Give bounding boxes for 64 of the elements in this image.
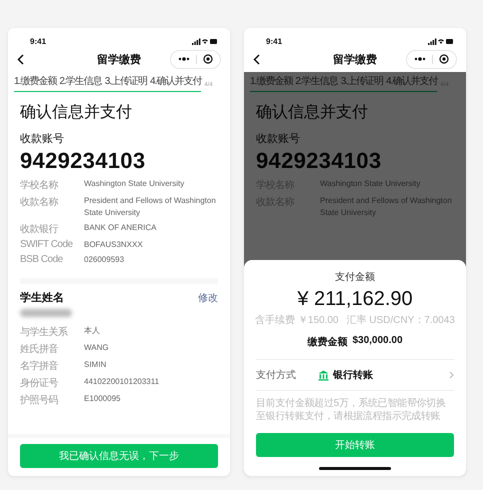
field-value: President and Fellows of Washington State University [84, 195, 217, 219]
field-value: SIMIN [84, 359, 106, 371]
section-heading: 学生姓名 [20, 290, 64, 305]
status-time: 9:41 [266, 36, 282, 46]
payment-method-row[interactable]: 支付方式 银行转账 [256, 359, 454, 391]
field-value: E1000095 [84, 393, 120, 405]
account-number: 9429234103 [20, 148, 146, 174]
fee-text: 含手续费 ￥150.00 [255, 314, 338, 327]
section-heading: 确认信息并支付 [20, 102, 133, 123]
field-label: BSB Code [20, 254, 64, 266]
status-time: 9:41 [30, 36, 46, 46]
back-icon[interactable] [253, 54, 260, 64]
amount-label: 支付金额 [334, 270, 376, 284]
field-value: 026009593 [84, 254, 124, 266]
back-icon[interactable] [17, 54, 24, 64]
field-label: 收款名称 [20, 196, 59, 210]
exchange-rate: 汇率 USD/CNY：7.0043 [346, 314, 455, 327]
menu-capsule[interactable] [170, 50, 221, 68]
field-label: SWIFT Code [20, 239, 74, 251]
payment-amount: ¥ 211,162.90 [296, 288, 414, 311]
step-tab[interactable]: 2.学生信息 [295, 74, 338, 91]
account-label: 收款账号 [256, 132, 301, 146]
field-label: 护照号码 [20, 394, 59, 407]
step-tab[interactable]: 2.学生信息 [59, 74, 102, 91]
step-tab[interactable]: 4.确认并支付 [386, 74, 438, 91]
section-heading: 确认信息并支付 [256, 102, 369, 123]
status-icons [428, 38, 454, 44]
more-icon[interactable] [178, 57, 190, 61]
method-label: 支付方式 [256, 368, 297, 382]
field-label: 学校名称 [20, 178, 59, 192]
step-tab[interactable]: 3.上传证明 [340, 74, 384, 91]
menu-capsule[interactable] [406, 50, 457, 68]
bank-icon [318, 370, 329, 380]
paid-value: $30,000.00 [352, 335, 403, 348]
home-indicator [319, 467, 391, 470]
field-value: WANG [84, 342, 109, 354]
field-label: 身份证号 [20, 377, 59, 390]
blurred-name [20, 309, 72, 317]
chevron-icon [449, 371, 454, 379]
field-label: 收款银行 [20, 223, 60, 236]
field-value: Washington State University [84, 178, 184, 190]
account-number: 9429234103 [256, 148, 382, 174]
account-label: 收款账号 [20, 132, 65, 146]
more-icon[interactable] [414, 57, 426, 61]
field-label: 与学生关系 [20, 326, 69, 339]
method-value: 银行转账 [333, 368, 373, 382]
notice-text: 目前支付金额超过5万，系统已智能帮你切换至银行转账支付，请根据流程指示完成转账 [256, 397, 447, 423]
page-title: 留学缴费 [96, 52, 142, 66]
field-value: BOFAUS3NXXX [84, 239, 143, 251]
field-value: 本人 [84, 325, 100, 337]
step-tab[interactable]: 1.缴费金额 [250, 74, 292, 91]
field-value: President and Fellows of Washington State University [320, 195, 453, 219]
field-label: 姓氏拼音 [20, 342, 59, 356]
field-label: 名字拼音 [20, 360, 59, 373]
page-title: 留学缴费 [332, 52, 378, 66]
field-value: 44102200101203311 [84, 376, 160, 388]
status-icons [192, 38, 218, 44]
step-tab[interactable]: 1.缴费金额 [14, 74, 56, 91]
field-value: BANK OF ANERICA [84, 222, 156, 234]
field-value: Washington State University [320, 178, 420, 190]
step-tab[interactable]: 3.上传证明 [104, 74, 148, 91]
paid-label: 缴费金额 [307, 335, 348, 349]
edit-link[interactable]: 修改 [198, 290, 218, 304]
step-tab[interactable]: 4.确认并支付 [150, 74, 202, 91]
